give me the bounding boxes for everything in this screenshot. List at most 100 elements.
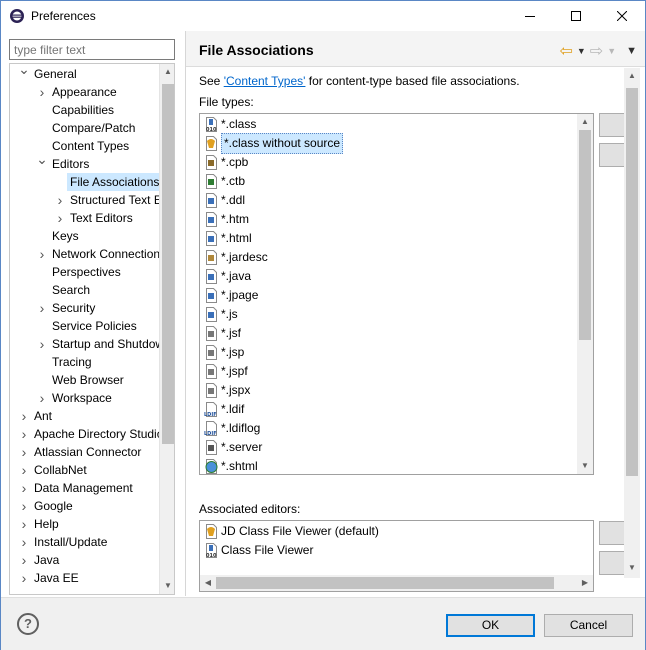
file-type-row[interactable]: *.jpage: [204, 286, 258, 305]
tree-vertical-scrollbar[interactable]: ▲ ▼: [159, 64, 174, 594]
collapsed-arrow-icon[interactable]: ›: [36, 389, 48, 407]
collapsed-arrow-icon[interactable]: ›: [18, 569, 30, 587]
tree-item[interactable]: › Install/Update: [10, 533, 158, 551]
editor-row[interactable]: JD Class File Viewer (default): [204, 522, 379, 541]
close-button[interactable]: [599, 1, 645, 31]
collapsed-arrow-icon[interactable]: ›: [54, 191, 66, 209]
tree-item[interactable]: › Google: [10, 497, 158, 515]
file-type-row[interactable]: *.class without source: [204, 133, 344, 154]
editors-scroll-thumb[interactable]: [216, 577, 554, 589]
tree-item[interactable]: Search: [10, 281, 158, 299]
scroll-right-arrow-icon[interactable]: ▶: [577, 575, 593, 591]
tree-item[interactable]: Web Browser: [10, 371, 158, 389]
collapsed-arrow-icon[interactable]: ›: [36, 83, 48, 101]
scroll-down-arrow-icon[interactable]: ▼: [160, 578, 174, 594]
cancel-button[interactable]: Cancel: [544, 614, 633, 637]
collapsed-arrow-icon[interactable]: ›: [18, 407, 30, 425]
page-scroll-thumb[interactable]: [626, 88, 638, 476]
expanded-arrow-icon[interactable]: ⌄: [36, 150, 48, 168]
forward-arrow-icon[interactable]: ⇨: [590, 41, 603, 61]
tree-item[interactable]: › Java EE: [10, 569, 158, 587]
view-menu-icon[interactable]: ▼: [626, 45, 637, 57]
tree-item[interactable]: › Appearance: [10, 83, 158, 101]
tree-item[interactable]: › Structured Text E: [10, 191, 162, 209]
file-type-row[interactable]: *.jardesc: [204, 248, 268, 267]
tree-item[interactable]: ⌄ Editors: [10, 151, 158, 173]
file-type-row[interactable]: *.jsp: [204, 343, 244, 362]
file-type-row[interactable]: *.js: [204, 305, 238, 324]
collapsed-arrow-icon[interactable]: ›: [18, 479, 30, 497]
page-vertical-scrollbar[interactable]: ▲ ▼: [624, 68, 640, 578]
file-type-row[interactable]: *.jsf: [204, 324, 241, 343]
file-type-row[interactable]: *.server: [204, 438, 262, 457]
scroll-up-arrow-icon[interactable]: ▲: [577, 114, 593, 130]
tree-item[interactable]: Capabilities: [10, 101, 158, 119]
expanded-arrow-icon[interactable]: ⌄: [18, 64, 30, 78]
tree-item[interactable]: › Ant: [10, 407, 158, 425]
help-button[interactable]: ?: [17, 613, 39, 635]
tree-item[interactable]: › Startup and Shutdow: [10, 335, 164, 353]
tree-item[interactable]: Tracing: [10, 353, 158, 371]
maximize-button[interactable]: [553, 1, 599, 31]
preference-tree[interactable]: ⌄ General › Appearance Capabilities Compare/P…: [9, 63, 175, 595]
file-type-row[interactable]: *.jspf: [204, 362, 248, 381]
scroll-down-arrow-icon[interactable]: ▼: [624, 560, 640, 576]
editors-horizontal-scrollbar[interactable]: ◀ ▶: [200, 575, 593, 591]
file-type-row[interactable]: *.java: [204, 267, 251, 286]
tree-item[interactable]: Content Types: [10, 137, 158, 155]
scroll-down-arrow-icon[interactable]: ▼: [577, 458, 593, 474]
associated-editors-list[interactable]: JD Class File Viewer (default) 010 Class F…: [199, 520, 594, 592]
file-type-row[interactable]: *.html: [204, 229, 252, 248]
tree-item[interactable]: ⌄ General: [10, 64, 158, 83]
back-arrow-icon[interactable]: ⇦: [559, 41, 572, 61]
collapsed-arrow-icon[interactable]: ›: [18, 443, 30, 461]
scroll-left-arrow-icon[interactable]: ◀: [200, 575, 216, 591]
file-type-row[interactable]: LDIF *.ldif: [204, 400, 244, 419]
content-types-link[interactable]: 'Content Types': [224, 74, 306, 88]
file-types-list[interactable]: 010 *.class *.class without source *.cpb *.c…: [199, 113, 594, 475]
tree-item[interactable]: Perspectives: [10, 263, 158, 281]
tree-item[interactable]: File Associations: [10, 173, 163, 191]
tree-item[interactable]: Service Policies: [10, 317, 158, 335]
file-type-row[interactable]: 010 *.class: [204, 115, 256, 134]
back-dropdown-icon[interactable]: ▼: [577, 46, 586, 56]
filter-input[interactable]: [9, 39, 175, 60]
file-type-row[interactable]: *.cpb: [204, 153, 248, 172]
file-type-row[interactable]: *.ddl: [204, 191, 245, 210]
scroll-up-arrow-icon[interactable]: ▲: [624, 68, 640, 84]
tree-item[interactable]: › Network Connection: [10, 245, 160, 263]
tree-item[interactable]: › Java: [10, 551, 158, 569]
file-type-row[interactable]: *.jspx: [204, 381, 250, 400]
ok-button[interactable]: OK: [446, 614, 535, 637]
tree-item[interactable]: › Help: [10, 515, 158, 533]
file-type-row[interactable]: LDIF *.ldiflog: [204, 419, 260, 438]
minimize-button[interactable]: [507, 1, 553, 31]
collapsed-arrow-icon[interactable]: ›: [18, 515, 30, 533]
file-types-vertical-scrollbar[interactable]: ▲ ▼: [577, 114, 593, 474]
collapsed-arrow-icon[interactable]: ›: [18, 461, 30, 479]
file-type-row[interactable]: *.ctb: [204, 172, 245, 191]
file-type-row[interactable]: *.shtml: [204, 457, 258, 474]
tree-scroll-thumb[interactable]: [162, 84, 174, 444]
collapsed-arrow-icon[interactable]: ›: [54, 209, 66, 227]
collapsed-arrow-icon[interactable]: ›: [18, 497, 30, 515]
collapsed-arrow-icon[interactable]: ›: [36, 335, 48, 353]
collapsed-arrow-icon[interactable]: ›: [36, 299, 48, 317]
tree-item[interactable]: Keys: [10, 227, 158, 245]
file-types-scroll-thumb[interactable]: [579, 130, 591, 340]
collapsed-arrow-icon[interactable]: ›: [18, 551, 30, 569]
collapsed-arrow-icon[interactable]: ›: [18, 533, 30, 551]
collapsed-arrow-icon[interactable]: ›: [36, 245, 48, 263]
editor-row[interactable]: 010 Class File Viewer: [204, 541, 313, 560]
tree-item[interactable]: › Text Editors: [10, 209, 158, 227]
tree-item[interactable]: › CollabNet: [10, 461, 158, 479]
tree-item[interactable]: Compare/Patch: [10, 119, 158, 137]
tree-item[interactable]: › Apache Directory Studio: [10, 425, 164, 443]
file-type-row[interactable]: *.htm: [204, 210, 249, 229]
collapsed-arrow-icon[interactable]: ›: [18, 425, 30, 443]
forward-dropdown-icon[interactable]: ▼: [607, 46, 616, 56]
tree-item[interactable]: › Security: [10, 299, 158, 317]
tree-item[interactable]: › Workspace: [10, 389, 158, 407]
tree-item[interactable]: › Atlassian Connector: [10, 443, 158, 461]
tree-item[interactable]: › Data Management: [10, 479, 158, 497]
